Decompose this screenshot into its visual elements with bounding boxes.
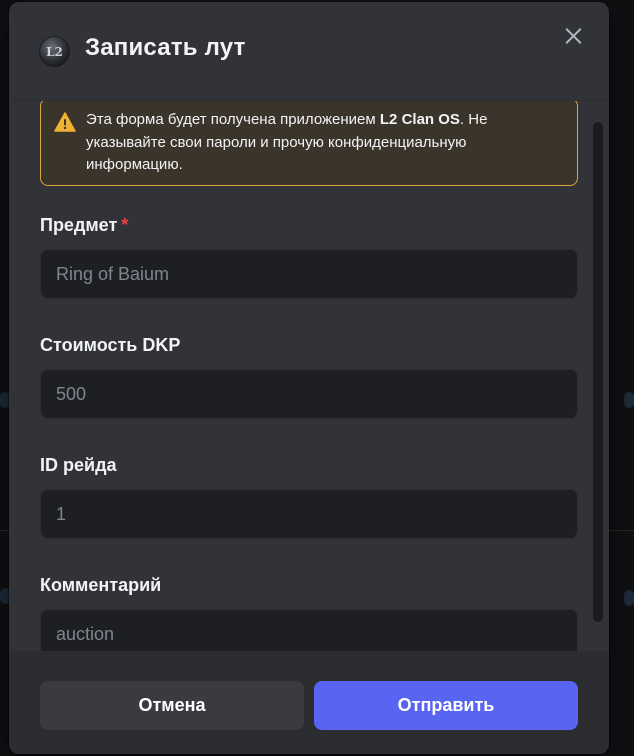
close-icon[interactable]	[559, 22, 587, 50]
field-label-item: Предмет *	[40, 215, 128, 236]
raid-id-input[interactable]	[40, 489, 578, 539]
notice-text: Эта форма будет получена приложением L2 …	[86, 109, 566, 177]
background-avatar-fragment	[624, 590, 634, 606]
modal-title: Записать лут	[85, 34, 246, 61]
dkp-cost-input[interactable]	[40, 369, 578, 419]
modal-scrollbar[interactable]	[593, 122, 603, 622]
app-avatar-icon: L2	[39, 36, 70, 67]
item-input[interactable]	[40, 249, 578, 299]
required-indicator: *	[121, 215, 129, 235]
comment-input[interactable]	[40, 609, 578, 651]
field-label-comment: Комментарий	[40, 575, 162, 595]
notice-text-before: Эта форма будет получена приложением	[86, 111, 380, 128]
app-avatar-text: L2	[46, 44, 63, 59]
modal-footer: Отмена Отправить	[9, 651, 609, 754]
warning-icon	[54, 112, 76, 132]
notice-app-name: L2 Clan OS	[379, 111, 460, 128]
submit-button[interactable]: Отправить	[314, 681, 578, 730]
field-label-dkp-cost: Стоимость DKP	[40, 335, 181, 355]
modal-header: L2 Записать лут	[9, 2, 609, 100]
modal-body[interactable]: Эта форма будет получена приложением L2 …	[9, 101, 609, 651]
field-label-item-text: Предмет	[40, 215, 118, 235]
cancel-button[interactable]: Отмена	[40, 681, 304, 730]
field-label-raid-id: ID рейда	[40, 455, 117, 475]
background-avatar-fragment	[624, 392, 634, 408]
privacy-notice: Эта форма будет получена приложением L2 …	[40, 101, 578, 186]
loot-form-modal: L2 Записать лут Эта форма будет получена…	[9, 2, 609, 754]
